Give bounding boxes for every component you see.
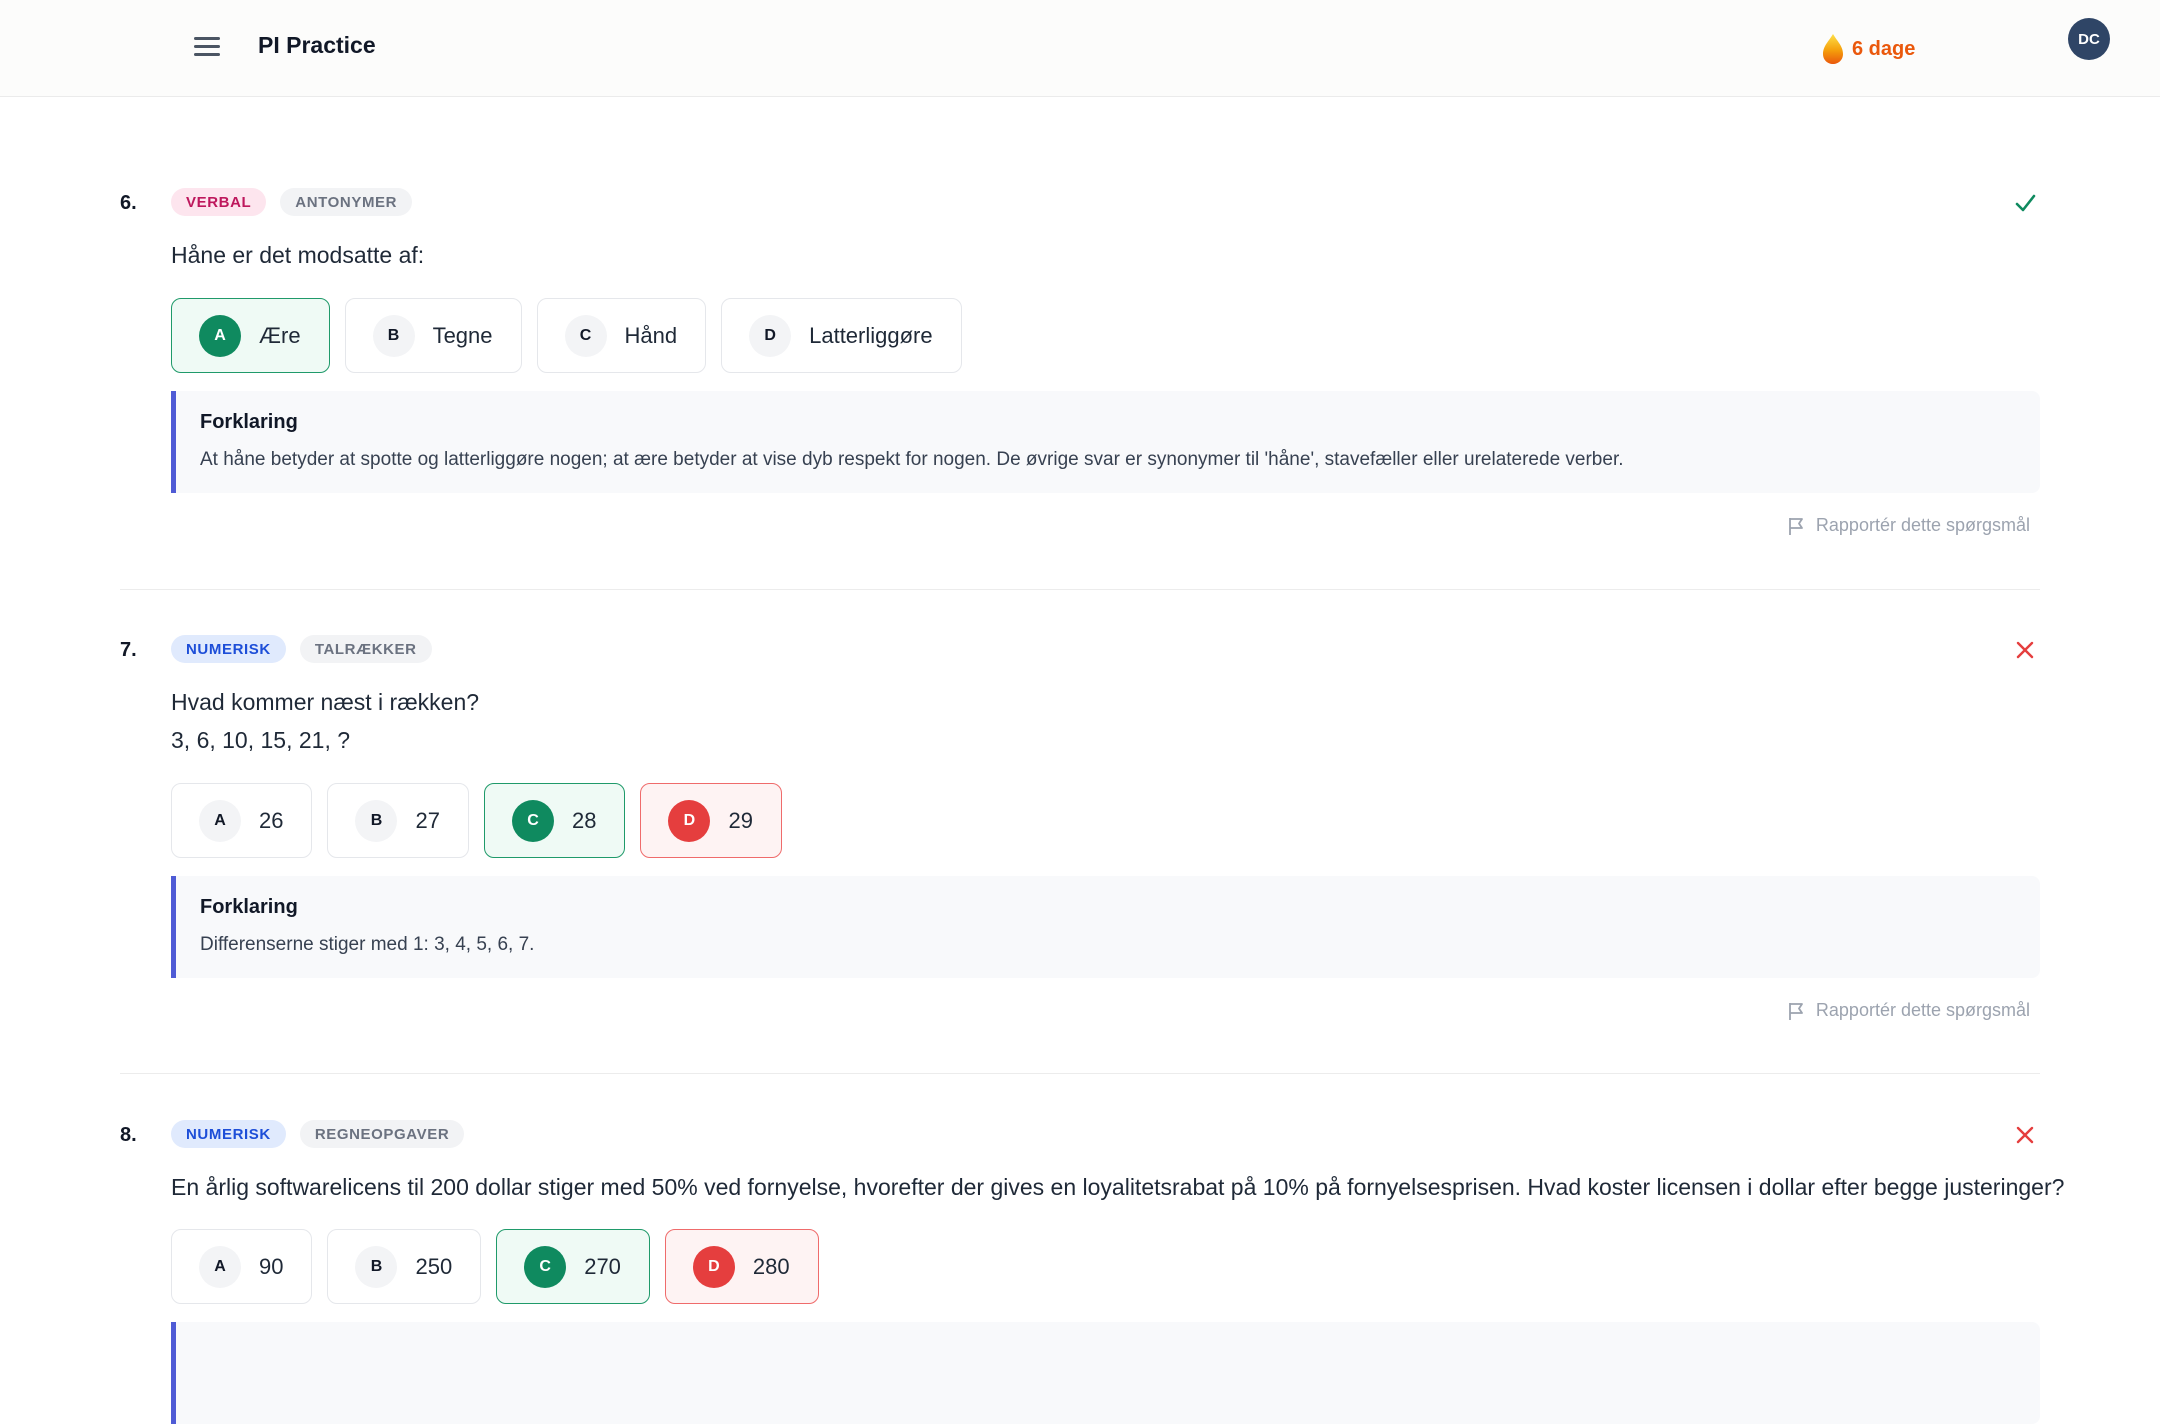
question-number: 8. [120,1124,137,1146]
question-tags: VERBAL ANTONYMER [171,188,413,216]
subcategory-badge: REGNEOPGAVER [299,1120,465,1148]
flag-icon [1789,517,1803,535]
option-label: 26 [259,807,284,833]
option-letter: B [372,314,415,357]
subcategory-badge: ANTONYMER [280,188,413,216]
option-letter: D [692,1245,735,1288]
option-a[interactable]: A 90 [171,1229,313,1304]
flame-icon [1823,34,1843,64]
option-label: Ære [259,322,301,348]
option-label: 28 [571,807,597,833]
question-tags: NUMERISK REGNEOPGAVER [171,1120,465,1148]
app-title: PI Practice [258,32,376,58]
flag-icon [1789,1002,1803,1020]
option-label: 270 [584,1253,621,1279]
question-number: 7. [120,639,137,661]
explanation-title: Forklaring [200,896,298,918]
explanation-text: At håne betyder at spotte og latterliggø… [200,449,1624,470]
option-c[interactable]: C 270 [496,1229,650,1304]
option-letter: A [199,314,241,357]
option-letter: C [564,314,607,357]
check-icon [2015,194,2036,212]
divider [120,1073,2040,1074]
option-b[interactable]: B 250 [327,1229,482,1304]
report-label: Rapportér dette spørgsmål [1815,1000,2030,1020]
subcategory-badge: TALRÆKKER [299,635,432,663]
question-tags: NUMERISK TALRÆKKER [171,635,432,663]
option-letter: D [668,799,711,842]
answer-options: A 26 B 27 C 28 D 29 [171,783,782,858]
user-avatar[interactable]: DC [2068,18,2110,60]
option-d[interactable]: D 280 [664,1229,819,1304]
option-b[interactable]: B 27 [327,783,469,858]
option-label: Tegne [432,322,493,348]
option-label: 250 [415,1253,453,1279]
option-label: 280 [752,1253,790,1279]
question-text: En årlig softwarelicens til 200 dollar s… [171,1174,2065,1200]
option-label: Latterliggøre [809,322,933,348]
option-letter: A [199,1245,241,1288]
explanation-text: Differenserne stiger med 1: 3, 4, 5, 6, … [200,934,535,955]
option-label: 29 [728,807,753,833]
option-letter: D [749,314,792,357]
option-b[interactable]: B Tegne [344,298,522,373]
option-a[interactable]: A 26 [171,783,313,858]
answer-options: A 90 B 250 C 270 D 280 [171,1229,819,1304]
option-letter: B [355,799,398,842]
question-text: Hvad kommer næst i rækken? [171,689,480,715]
option-letter: A [199,799,241,842]
explanation-box [171,1322,2040,1424]
report-label: Rapportér dette spørgsmål [1815,515,2030,535]
category-badge: VERBAL [171,188,267,216]
streak-indicator[interactable]: 6 dage [1822,33,1915,65]
option-letter: B [355,1245,398,1288]
streak-label: 6 dage [1852,37,1916,60]
explanation-title: Forklaring [200,411,298,433]
option-d[interactable]: D Latterliggøre [721,298,962,373]
explanation-box: Forklaring At håne betyder at spotte og … [171,391,2040,493]
divider [120,589,2040,590]
question-text: Håne er det modsatte af: [171,242,425,268]
category-badge: NUMERISK [171,1120,286,1148]
option-d[interactable]: D 29 [640,783,782,858]
option-a[interactable]: A Ære [171,298,330,373]
number-series: 3, 6, 10, 15, 21, ? [171,727,351,753]
option-c[interactable]: C 28 [483,783,626,858]
option-letter: C [511,799,554,842]
option-label: 90 [259,1253,284,1279]
option-letter: C [524,1245,567,1288]
option-c[interactable]: C Hånd [536,298,707,373]
option-label: 27 [415,807,440,833]
category-badge: NUMERISK [171,635,286,663]
explanation-box: Forklaring Differenserne stiger med 1: 3… [171,876,2040,978]
option-label: Hånd [624,322,678,348]
report-question-link[interactable]: Rapportér dette spørgsmål [1787,515,2030,536]
question-number: 6. [120,192,137,214]
answer-options: A Ære B Tegne C Hånd D Latterliggøre [171,298,962,373]
x-icon [2016,641,2034,659]
x-icon [2016,1126,2034,1144]
report-question-link[interactable]: Rapportér dette spørgsmål [1787,1000,2030,1021]
hamburger-menu-icon[interactable] [192,34,222,62]
top-bar: PI Practice 6 dage DC [0,0,2160,97]
